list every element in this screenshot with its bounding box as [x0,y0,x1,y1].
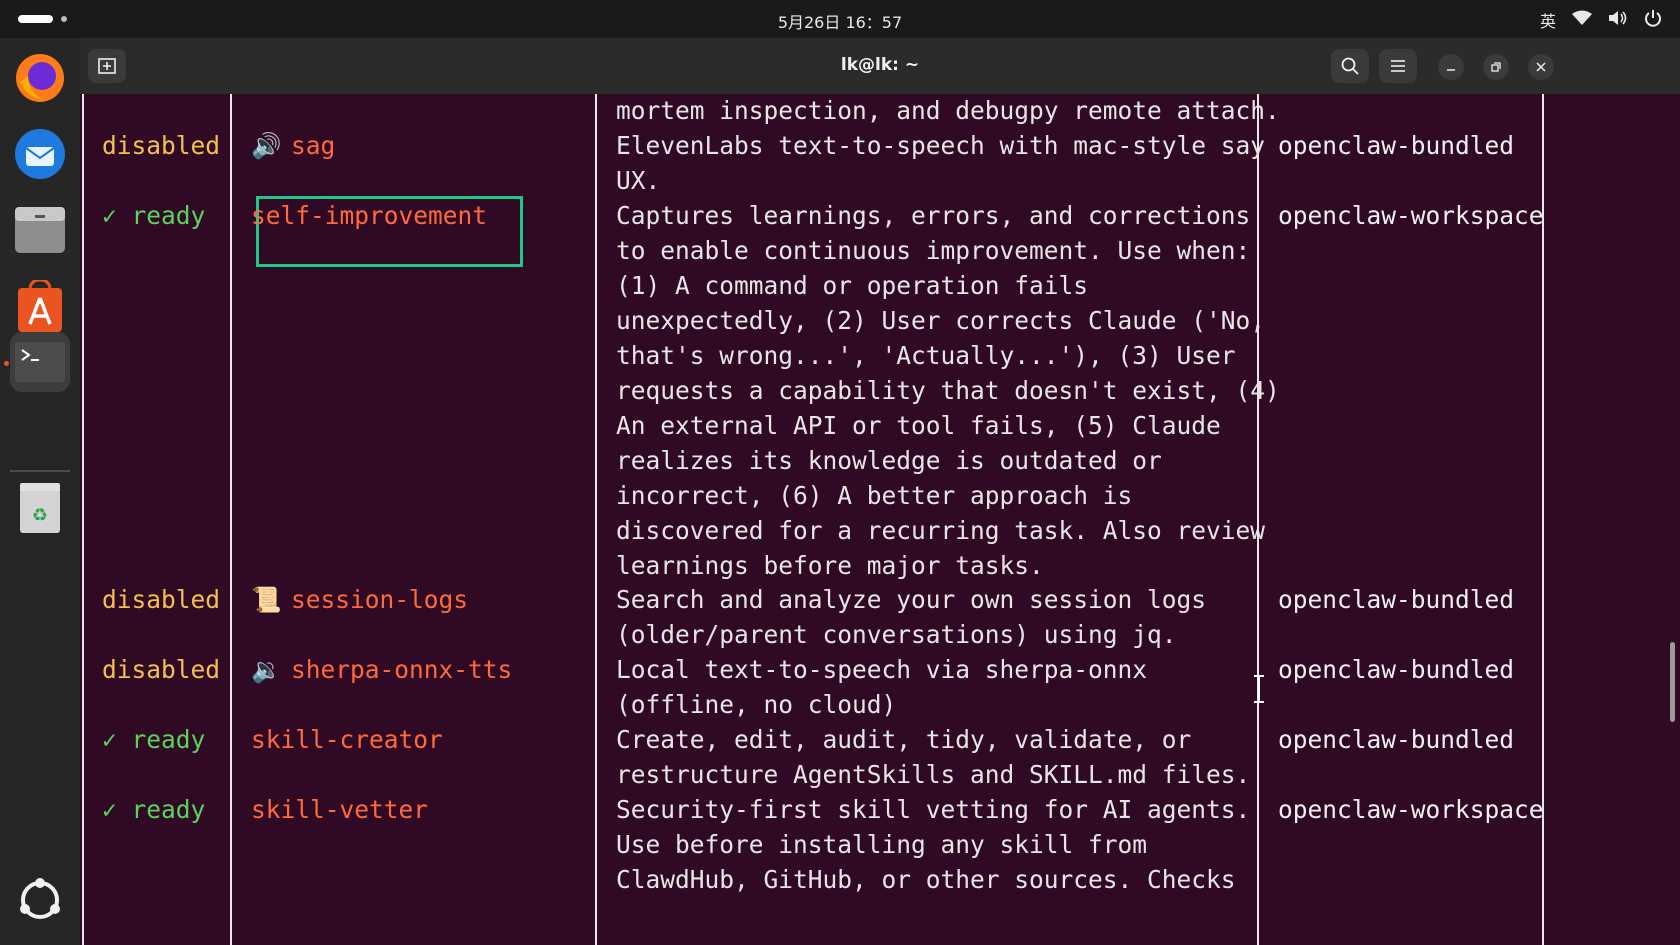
skill-description: ElevenLabs text-to-speech with mac-style… [616,131,1266,160]
skill-source: openclaw-bundled [1278,725,1515,754]
skill-description: UX. [616,166,661,195]
scrollbar-thumb[interactable] [1670,642,1675,722]
dock-separator [10,470,70,472]
table-border [595,94,597,945]
minimize-icon [1447,69,1455,71]
skill-description: Search and analyze your own session logs [616,585,1207,614]
terminal-window-header: lk@lk: ~ [80,38,1680,94]
speaker-icon: 🔉 [251,655,282,684]
close-button[interactable] [1528,54,1554,80]
skill-name: skill-vetter [251,795,429,824]
dock: ♻ [0,38,80,945]
table-border [230,94,232,945]
skill-description: discovered for a recurring task. Also re… [616,516,1266,545]
skill-description: realizes its knowledge is outdated or [616,446,1162,475]
skill-name: skill-creator [251,725,443,754]
skill-description: (1) A command or operation fails [616,271,1089,300]
skill-name: sherpa-onnx-tts [291,655,513,684]
skill-status: disabled [102,655,221,684]
skill-status: ✓ ready [102,725,206,754]
clock[interactable]: 5月26日 16：57 [0,9,1680,33]
files-icon[interactable] [10,200,70,260]
skill-description: Local text-to-speech via sherpa-onnx [616,655,1148,684]
svg-text:♻: ♻ [32,505,48,526]
speaker-icon: 🔊 [251,131,282,160]
skill-description: that's wrong...', 'Actually...'), (3) Us… [616,341,1236,370]
skill-source: openclaw-workspace [1278,201,1544,230]
skill-source: openclaw-workspace [1278,795,1544,824]
terminal-icon[interactable] [10,332,70,392]
minimize-button[interactable] [1438,54,1464,80]
skill-description: (older/parent conversations) using jq. [616,620,1177,649]
system-top-bar: 5月26日 16：57 英 [0,0,1680,38]
skill-description: learnings before major tasks. [616,551,1044,580]
close-icon [1536,62,1546,72]
skill-description: Captures learnings, errors, and correcti… [616,201,1251,230]
search-button[interactable] [1331,49,1369,83]
skill-description: (offline, no cloud) [616,690,897,719]
search-icon [1341,57,1359,75]
power-icon[interactable] [1644,9,1662,31]
skill-name: session-logs [291,585,469,614]
skill-description: Use before installing any skill from [616,830,1148,859]
text-cursor-icon [1254,675,1264,703]
skill-description: unexpectedly, (2) User corrects Claude (… [616,306,1266,335]
hamburger-icon [1391,60,1405,72]
skill-source: openclaw-bundled [1278,585,1515,614]
skill-source: openclaw-bundled [1278,655,1515,684]
skill-description: requests a capability that doesn't exist… [616,376,1280,405]
skill-description: incorrect, (6) A better approach is [616,481,1133,510]
terminal-content[interactable]: mortem inspection, and debugpy remote at… [80,94,1680,945]
wifi-icon[interactable] [1572,10,1592,30]
skill-description: to enable continuous improvement. Use wh… [616,236,1251,265]
restore-icon [1491,62,1501,72]
app-center-icon[interactable] [10,276,70,336]
running-indicator [4,361,9,366]
trash-icon[interactable]: ♻ [10,478,70,538]
skill-name: self-improvement [251,201,488,230]
skill-status: disabled [102,131,221,160]
skill-name: sag [291,131,336,160]
scroll-icon: 📜 [251,585,282,614]
menu-button[interactable] [1379,49,1417,83]
skill-status: ✓ ready [102,795,206,824]
show-apps-icon[interactable] [10,870,70,930]
system-tray[interactable]: 英 [1540,8,1662,32]
volume-icon[interactable] [1608,10,1628,30]
skill-description: An external API or tool fails, (5) Claud… [616,411,1221,440]
skill-status: ✓ ready [102,201,206,230]
skill-description: ClawdHub, GitHub, or other sources. Chec… [616,865,1236,894]
input-method-indicator[interactable]: 英 [1540,8,1556,32]
skill-description: Create, edit, audit, tidy, validate, or [616,725,1192,754]
firefox-icon[interactable] [10,48,70,108]
restore-button[interactable] [1483,54,1509,80]
thunderbird-icon[interactable] [10,124,70,184]
table-border [82,94,84,945]
skill-description: Security-first skill vetting for AI agen… [616,795,1251,824]
skill-description: restructure AgentSkills and SKILL.md fil… [616,760,1251,789]
skill-status: disabled [102,585,221,614]
skill-source: openclaw-bundled [1278,131,1515,160]
skill-description: mortem inspection, and debugpy remote at… [616,96,1280,125]
